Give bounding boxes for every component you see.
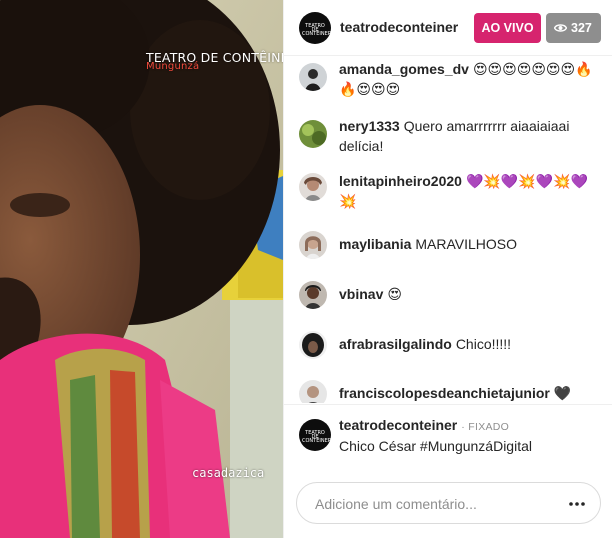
- pinned-username[interactable]: teatrodeconteiner: [339, 417, 457, 433]
- comment-text: amanda_gomes_dv 😍😍😍😍😍😍😍🔥🔥😍😍😍: [339, 59, 601, 99]
- comment-composer: [296, 482, 601, 524]
- comment-username[interactable]: nery1333: [339, 118, 400, 134]
- user-avatar[interactable]: [299, 63, 327, 91]
- live-badge: AO VIVO: [474, 13, 541, 43]
- live-side-panel: TEATRO DE CONTÊINER teatrodeconteiner AO…: [283, 0, 612, 538]
- comment-list[interactable]: amanda_gomes_dv 😍😍😍😍😍😍😍🔥🔥😍😍😍 nery1333 Quer…: [284, 57, 612, 403]
- pinned-badge: · FIXADO: [461, 421, 510, 433]
- host-username[interactable]: teatrodeconteiner: [340, 19, 458, 35]
- comment-text: afrabrasilgalindo Chico!!!!!: [339, 334, 601, 354]
- comment-body: 🖤: [553, 385, 572, 401]
- video-handle-text: casadazica: [192, 466, 265, 480]
- user-avatar[interactable]: [299, 120, 327, 148]
- video-frame: [0, 0, 283, 538]
- comment-username[interactable]: vbinav: [339, 286, 383, 302]
- live-header: TEATRO DE CONTÊINER teatrodeconteiner AO…: [284, 0, 612, 56]
- comment-input[interactable]: [315, 493, 555, 515]
- pinned-text: Chico César #MungunzáDigital: [339, 438, 532, 454]
- comment-username[interactable]: maylibania: [339, 236, 411, 252]
- eye-icon: [554, 24, 567, 32]
- user-avatar[interactable]: [299, 281, 327, 309]
- comment-body: 😍: [387, 286, 402, 302]
- comment-text: franciscolopesdeanchietajunior 🖤: [339, 383, 601, 403]
- comment-text: lenitapinheiro2020 💜💥💜💥💜💥💜💥: [339, 171, 601, 211]
- pinned-header: teatrodeconteiner · FIXADO: [339, 415, 509, 437]
- ellipsis-icon[interactable]: [565, 492, 589, 516]
- comment-text: maylibania MARAVILHOSO: [339, 234, 601, 254]
- video-watermark: TEATRO DE CONTÊINER Mungunzá: [146, 51, 283, 73]
- comment-body: MARAVILHOSO: [415, 236, 518, 252]
- viewer-count: 327: [571, 21, 592, 35]
- live-video[interactable]: TEATRO DE CONTÊINER Mungunzá casadazica: [0, 0, 283, 538]
- host-avatar[interactable]: TEATRO DE CONTÊINER: [299, 12, 331, 44]
- comment-username[interactable]: afrabrasilgalindo: [339, 336, 452, 352]
- user-avatar[interactable]: [299, 173, 327, 201]
- comment-text: nery1333 Quero amarrrrrrr aiaaiaiaai delí…: [339, 116, 601, 156]
- comment-username[interactable]: franciscolopesdeanchietajunior: [339, 385, 550, 401]
- comment-username[interactable]: lenitapinheiro2020: [339, 173, 462, 189]
- user-avatar[interactable]: [299, 231, 327, 259]
- comment-username[interactable]: amanda_gomes_dv: [339, 61, 469, 77]
- comment-text: vbinav 😍: [339, 284, 601, 304]
- comment-body: Chico!!!!!: [455, 336, 512, 352]
- pinned-comment: TEATRO DE CONTÊINER teatrodeconteiner · F…: [284, 404, 612, 464]
- viewer-count-badge: 327: [546, 13, 601, 43]
- host-avatar-text: TEATRO DE CONTÊINER: [302, 23, 331, 37]
- user-avatar[interactable]: [299, 331, 327, 359]
- pinned-avatar-text: TEATRO DE CONTÊINER: [302, 430, 331, 444]
- pinned-avatar[interactable]: TEATRO DE CONTÊINER: [299, 419, 331, 451]
- user-avatar[interactable]: [299, 380, 327, 403]
